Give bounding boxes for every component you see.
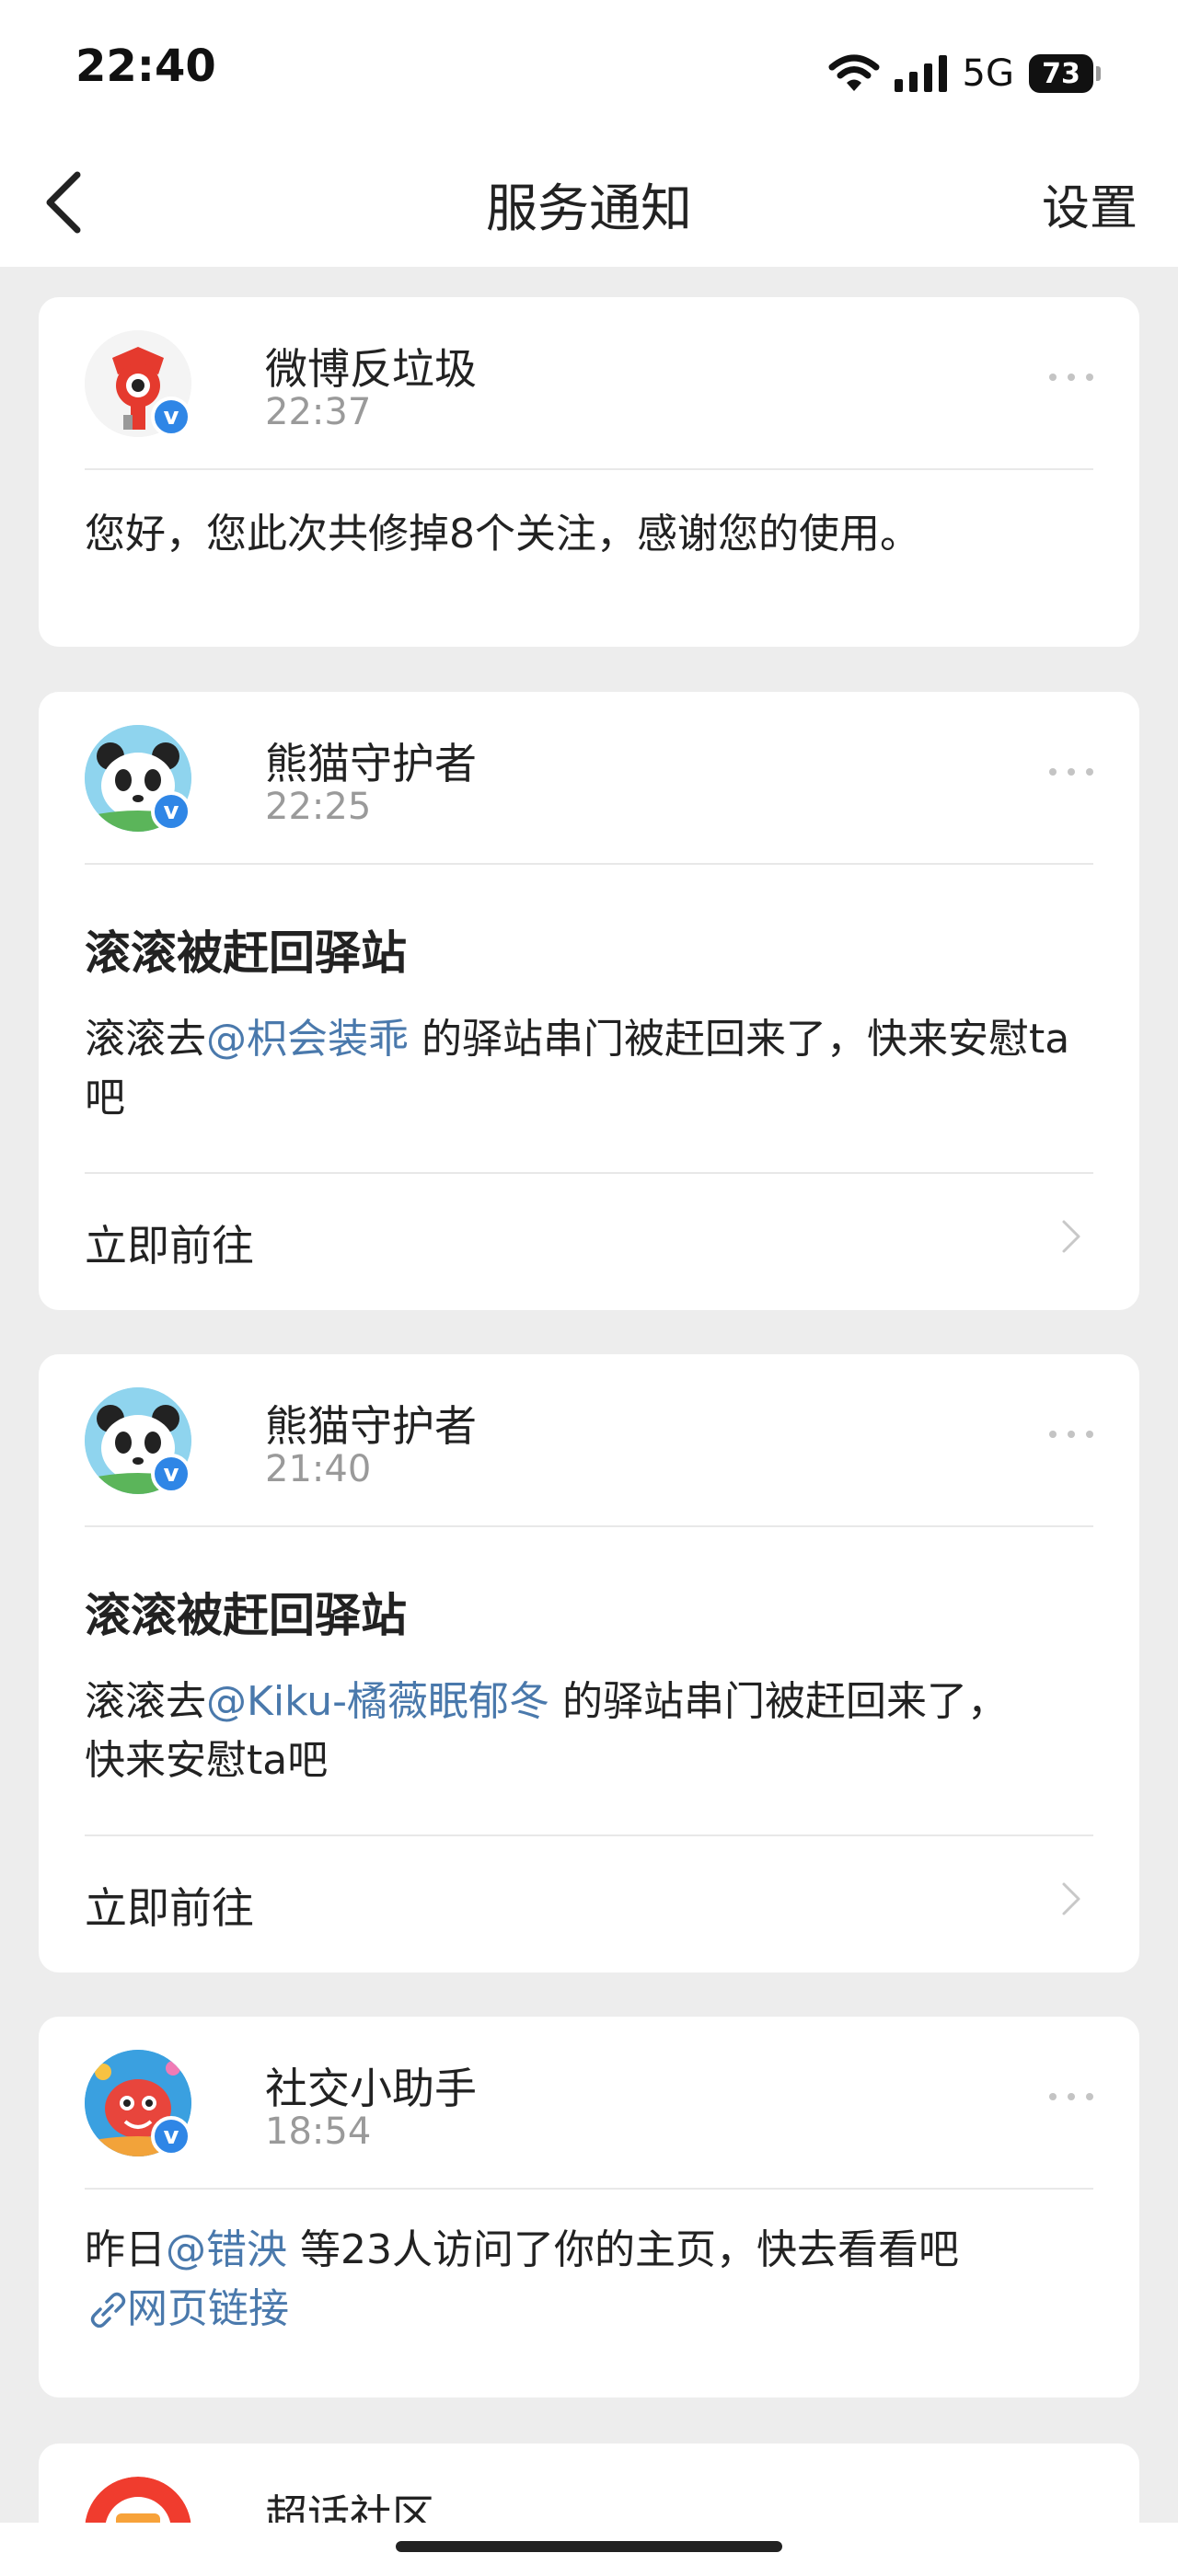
user-mention-link[interactable]: @枳会装乖 bbox=[206, 1016, 409, 1063]
message-heading: 滚滚被赶回驿站 bbox=[85, 926, 407, 980]
message-heading: 滚滚被赶回驿站 bbox=[85, 1589, 407, 1642]
sender-name: 社交小助手 bbox=[265, 2064, 477, 2113]
divider bbox=[85, 468, 1093, 470]
message-line: 昨日@错泱 等23人访问了你的主页，快去看看吧 bbox=[85, 2221, 1084, 2280]
card-header: v 熊猫守护者 21:40 bbox=[85, 1387, 1097, 1498]
message-prefix: 滚滚去 bbox=[85, 1678, 206, 1725]
divider bbox=[85, 2188, 1093, 2190]
verified-badge-icon: v bbox=[151, 2116, 191, 2156]
message-suffix: 等23人访问了你的主页，快去看看吧 bbox=[287, 2226, 959, 2273]
sender-name: 熊猫守护者 bbox=[265, 739, 477, 788]
web-link-label: 网页链接 bbox=[127, 2285, 289, 2332]
nav-bar: 服务通知 设置 bbox=[0, 138, 1178, 267]
network-type: 5G bbox=[962, 52, 1014, 95]
status-bar: 22:40 5G 73 bbox=[0, 0, 1178, 138]
message-time: 22:37 bbox=[265, 391, 372, 433]
divider bbox=[85, 1834, 1093, 1836]
chevron-right-icon bbox=[1062, 1882, 1080, 1915]
notification-card: v 微博反垃圾 22:37 您好，您此次共修掉8个关注，感谢您的使用。 bbox=[39, 297, 1139, 647]
message-prefix: 昨日 bbox=[85, 2226, 166, 2273]
message-text: 滚滚去@Kiku-橘薇眠郁冬 的驿站串门被赶回来了，快来安慰ta吧 bbox=[85, 1673, 1029, 1790]
chevron-right-icon bbox=[1062, 1220, 1080, 1253]
verified-badge-icon: v bbox=[151, 1454, 191, 1494]
divider bbox=[85, 1525, 1093, 1527]
settings-button[interactable]: 设置 bbox=[1042, 169, 1138, 238]
go-now-button[interactable]: 立即前往 bbox=[85, 1213, 254, 1273]
wifi-icon bbox=[828, 54, 880, 91]
notification-card: v 熊猫守护者 22:25 滚滚被赶回驿站 滚滚去@枳会装乖 的驿站串门被赶回来… bbox=[39, 692, 1139, 1310]
message-time: 22:25 bbox=[265, 786, 372, 828]
card-header: v 微博反垃圾 22:37 bbox=[85, 330, 1097, 441]
battery-level: 73 bbox=[1042, 57, 1080, 90]
message-time: 21:40 bbox=[265, 1448, 372, 1490]
message-text: 您好，您此次共修掉8个关注，感谢您的使用。 bbox=[85, 511, 920, 558]
status-indicators: 5G 73 bbox=[828, 46, 1101, 101]
verified-badge-icon: v bbox=[151, 397, 191, 437]
more-options-icon[interactable] bbox=[1045, 2083, 1097, 2110]
go-now-button[interactable]: 立即前往 bbox=[85, 1875, 254, 1936]
link-icon bbox=[90, 2292, 126, 2329]
message-time: 18:54 bbox=[265, 2110, 372, 2153]
user-mention-link[interactable]: @Kiku-橘薇眠郁冬 bbox=[206, 1678, 549, 1725]
status-time: 22:40 bbox=[75, 40, 216, 92]
divider bbox=[85, 863, 1093, 865]
battery-icon: 73 bbox=[1029, 54, 1101, 93]
web-link[interactable]: 网页链接 bbox=[85, 2280, 1084, 2339]
message-text: 昨日@错泱 等23人访问了你的主页，快去看看吧 网页链接 bbox=[85, 2221, 1084, 2339]
page-title: 服务通知 bbox=[486, 179, 692, 239]
more-options-icon[interactable] bbox=[1045, 363, 1097, 391]
notification-card: v 社交小助手 18:54 昨日@错泱 等23人访问了你的主页，快去看看吧 网页… bbox=[39, 2017, 1139, 2398]
more-options-icon[interactable] bbox=[1045, 1420, 1097, 1448]
notification-card: v 熊猫守护者 21:40 滚滚被赶回驿站 滚滚去@Kiku-橘薇眠郁冬 的驿站… bbox=[39, 1354, 1139, 1972]
message-prefix: 滚滚去 bbox=[85, 1016, 206, 1063]
card-header: v 熊猫守护者 22:25 bbox=[85, 725, 1097, 835]
home-indicator[interactable] bbox=[396, 2541, 782, 2552]
message-text: 滚滚去@枳会装乖 的驿站串门被赶回来了，快来安慰ta吧 bbox=[85, 1010, 1093, 1128]
verified-badge-icon: v bbox=[151, 791, 191, 832]
card-header: v 社交小助手 18:54 bbox=[85, 2050, 1097, 2160]
more-options-icon[interactable] bbox=[1045, 758, 1097, 786]
signal-icon bbox=[894, 55, 947, 92]
sender-name: 熊猫守护者 bbox=[265, 1401, 477, 1451]
user-mention-link[interactable]: @错泱 bbox=[166, 2226, 287, 2273]
divider bbox=[85, 1172, 1093, 1174]
sender-name: 微博反垃圾 bbox=[265, 344, 477, 394]
